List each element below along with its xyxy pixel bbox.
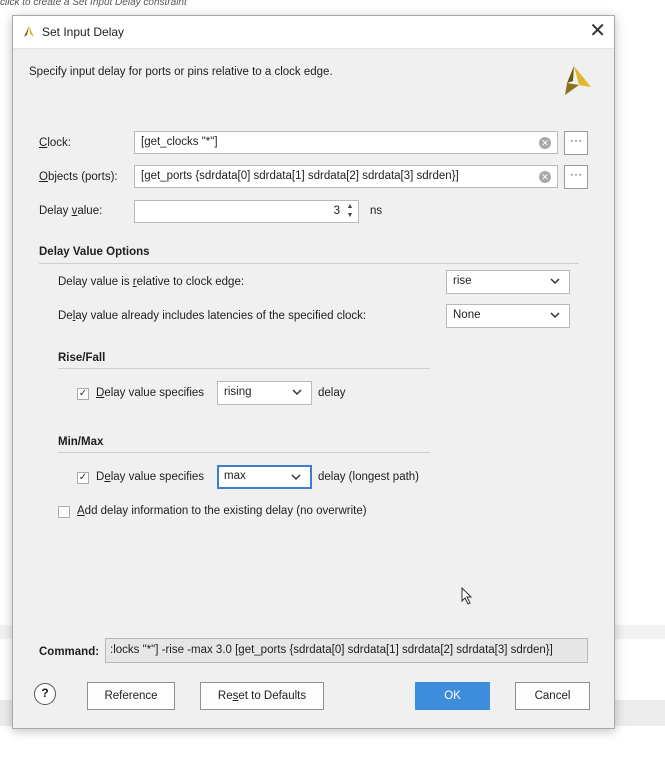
spinner-icon[interactable]: ▲ ▼ bbox=[345, 202, 355, 222]
vivado-logo-icon bbox=[561, 63, 595, 100]
divider bbox=[58, 368, 430, 369]
command-label: Command: bbox=[39, 646, 100, 658]
min-max-select[interactable]: max bbox=[217, 465, 312, 489]
cancel-button[interactable]: Cancel bbox=[515, 682, 590, 710]
rise-fall-value: rising bbox=[224, 386, 252, 398]
help-button[interactable]: ? bbox=[34, 683, 56, 705]
rise-fall-title: Rise/Fall bbox=[58, 352, 106, 364]
clear-circle-icon[interactable]: ✕ bbox=[539, 137, 551, 149]
min-max-checkbox[interactable]: ✓ bbox=[77, 472, 89, 484]
ok-button[interactable]: OK bbox=[415, 682, 490, 710]
close-icon[interactable]: ✕ bbox=[589, 20, 606, 42]
chevron-down-icon bbox=[292, 389, 302, 396]
dialog-title: Set Input Delay bbox=[42, 25, 125, 39]
divider bbox=[39, 263, 579, 264]
reference-button[interactable]: Reference bbox=[87, 682, 175, 710]
objects-browse-button[interactable]: ··· bbox=[564, 165, 588, 189]
clock-browse-button[interactable]: ··· bbox=[564, 131, 588, 155]
add-delay-label: Add delay information to the existing de… bbox=[77, 505, 367, 517]
min-max-title: Min/Max bbox=[58, 436, 104, 448]
add-delay-checkbox[interactable] bbox=[58, 506, 70, 518]
divider bbox=[58, 452, 430, 453]
dialog-description: Specify input delay for ports or pins re… bbox=[29, 66, 333, 78]
min-max-label: Delay value specifies bbox=[96, 471, 205, 483]
delay-unit: ns bbox=[370, 205, 383, 217]
clock-field[interactable]: [get_clocks "*"] ✕ bbox=[134, 131, 558, 154]
title-bar: Set Input Delay ✕ bbox=[13, 16, 614, 49]
relative-edge-select[interactable]: rise bbox=[446, 270, 570, 294]
clear-circle-icon[interactable]: ✕ bbox=[539, 171, 551, 183]
objects-field[interactable]: [get_ports {sdrdata[0] sdrdata[1] sdrdat… bbox=[134, 165, 558, 188]
delay-value-input[interactable]: 3 ▲ ▼ bbox=[134, 200, 359, 223]
rise-fall-suffix: delay bbox=[318, 387, 346, 399]
latencies-select[interactable]: None bbox=[446, 304, 570, 328]
chevron-down-icon bbox=[550, 278, 560, 285]
rise-fall-label: Delay value specifies bbox=[96, 387, 205, 399]
objects-label: Objects (ports): bbox=[39, 171, 118, 183]
min-max-suffix: delay (longest path) bbox=[318, 471, 420, 483]
mouse-pointer-icon bbox=[461, 586, 473, 608]
relative-edge-value: rise bbox=[453, 275, 472, 287]
checkmark-icon: ✓ bbox=[78, 472, 88, 483]
latencies-value: None bbox=[453, 309, 481, 321]
vivado-logo-icon bbox=[22, 25, 36, 42]
clock-value: [get_clocks "*"] bbox=[141, 136, 218, 148]
relative-edge-label: Delay value is relative to clock edge: bbox=[58, 276, 245, 288]
command-field[interactable]: :locks "*"] -rise -max 3.0 [get_ports {s… bbox=[105, 638, 588, 663]
checkmark-icon: ✓ bbox=[78, 388, 88, 399]
chevron-down-icon bbox=[291, 474, 301, 481]
set-input-delay-dialog: Set Input Delay ✕ Specify input delay fo… bbox=[12, 15, 615, 729]
min-max-value: max bbox=[224, 470, 246, 482]
chevron-down-icon bbox=[550, 312, 560, 319]
reset-to-defaults-button[interactable]: Reset to Defaults bbox=[200, 682, 324, 710]
delay-value-options-title: Delay Value Options bbox=[39, 246, 150, 258]
clock-label: Clock: bbox=[39, 137, 71, 149]
background-hint-text: click to create a Set Input Delay constr… bbox=[0, 0, 187, 8]
objects-value: [get_ports {sdrdata[0] sdrdata[1] sdrdat… bbox=[141, 170, 459, 182]
rise-fall-checkbox[interactable]: ✓ bbox=[77, 388, 89, 400]
rise-fall-select[interactable]: rising bbox=[217, 381, 312, 405]
delay-value-number: 3 bbox=[333, 205, 340, 217]
latencies-label: Delay value already includes latencies o… bbox=[58, 310, 367, 322]
delay-value-label: Delay value: bbox=[39, 205, 103, 217]
